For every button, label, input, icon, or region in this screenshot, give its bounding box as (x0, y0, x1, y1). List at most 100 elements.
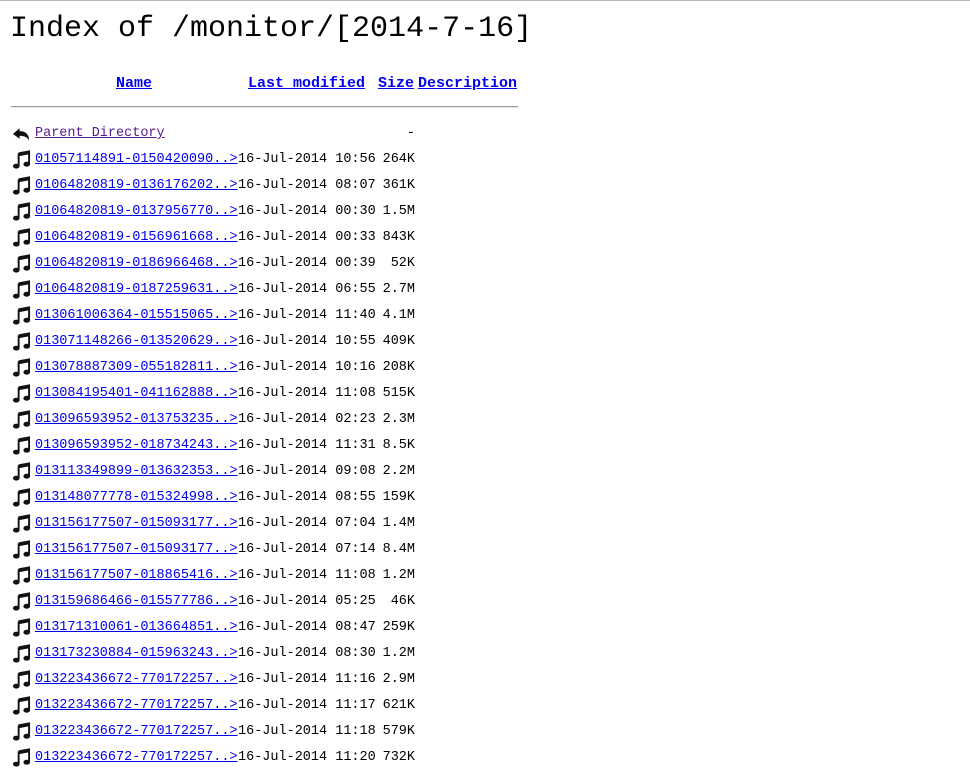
file-size: 4.1M (382, 308, 415, 323)
file-size: 409K (382, 334, 415, 349)
file-size: 159K (382, 490, 415, 505)
file-link[interactable]: 01064820819-0136176202..> (35, 173, 238, 199)
file-date: 16-Jul-2014 07:04 (238, 516, 376, 531)
file-row: 013171310061-013664851..> 16-Jul-2014 08:… (11, 615, 431, 641)
file-link[interactable]: 013156177507-015093177..> (35, 511, 238, 537)
sort-by-name-link[interactable]: Name (116, 75, 152, 92)
music-note-icon (12, 150, 31, 169)
file-row: 013148077778-015324998..> 16-Jul-2014 08:… (11, 485, 431, 511)
file-row: 013071148266-013520629..> 16-Jul-2014 10:… (11, 329, 431, 355)
file-row: 013078887309-055182811..> 16-Jul-2014 10:… (11, 355, 431, 381)
file-row: 013156177507-015093177..> 16-Jul-2014 07:… (11, 511, 431, 537)
file-link[interactable]: 013113349899-013632353..> (35, 459, 238, 485)
file-size: 1.4M (382, 516, 415, 531)
music-note-icon (12, 176, 31, 195)
file-size: - (406, 126, 415, 141)
file-row: 013084195401-041162888..> 16-Jul-2014 11:… (11, 381, 431, 407)
directory-listing: Name Last modified Size Description Pare… (11, 73, 519, 767)
file-link[interactable]: 013223436672-770172257..> (35, 667, 238, 693)
header-divider (11, 106, 518, 108)
file-row: 013223436672-770172257..> 16-Jul-2014 11:… (11, 719, 431, 745)
file-size: 515K (382, 386, 415, 401)
file-date: 16-Jul-2014 11:16 (238, 672, 376, 687)
music-note-icon (12, 618, 31, 637)
file-size: 361K (382, 178, 415, 193)
music-note-icon (12, 358, 31, 377)
file-link[interactable]: 01064820819-0187259631..> (35, 277, 238, 303)
file-size: 8.5K (382, 438, 415, 453)
file-row: 013159686466-015577786..> 16-Jul-2014 05:… (11, 589, 431, 615)
file-row: 013061006364-015515065..> 16-Jul-2014 11:… (11, 303, 431, 329)
file-row: 01064820819-0186966468..> 16-Jul-2014 00:… (11, 251, 431, 277)
file-link[interactable]: 01064820819-0186966468..> (35, 251, 238, 277)
file-date: 16-Jul-2014 10:55 (238, 334, 376, 349)
music-note-icon (12, 332, 31, 351)
music-note-icon (12, 254, 31, 273)
music-note-icon (12, 462, 31, 481)
file-date: 16-Jul-2014 07:14 (238, 542, 376, 557)
music-note-icon (12, 592, 31, 611)
file-row: 01064820819-0187259631..> 16-Jul-2014 06:… (11, 277, 431, 303)
parent-directory-link[interactable]: Parent Directory (35, 121, 165, 147)
file-size: 8.4M (382, 542, 415, 557)
file-row: 013113349899-013632353..> 16-Jul-2014 09:… (11, 459, 431, 485)
file-size: 46K (390, 594, 415, 609)
sort-by-size-link[interactable]: Size (378, 75, 414, 92)
file-size: 843K (382, 230, 415, 245)
file-link[interactable]: 013084195401-041162888..> (35, 381, 238, 407)
file-link[interactable]: 013096593952-013753235..> (35, 407, 238, 433)
file-link[interactable]: 013156177507-018865416..> (35, 563, 238, 589)
sort-by-last-modified-link[interactable]: Last modified (248, 75, 365, 92)
file-row: 013156177507-018865416..> 16-Jul-2014 11:… (11, 563, 431, 589)
file-size: 1.2M (382, 568, 415, 583)
file-row: 013223436672-770172257..> 16-Jul-2014 11:… (11, 667, 431, 693)
file-link[interactable]: 013156177507-015093177..> (35, 537, 238, 563)
file-link[interactable]: 013223436672-770172257..> (35, 693, 238, 719)
file-date: 16-Jul-2014 05:25 (238, 594, 376, 609)
file-link[interactable]: 01057114891-0150420090..> (35, 147, 238, 173)
file-list: Parent Directory - 01057114891-015042009… (11, 121, 431, 771)
file-link[interactable]: 013159686466-015577786..> (35, 589, 238, 615)
file-link[interactable]: 013148077778-015324998..> (35, 485, 238, 511)
file-link[interactable]: 01064820819-0137956770..> (35, 199, 238, 225)
file-row: 013173230884-015963243..> 16-Jul-2014 08:… (11, 641, 431, 667)
music-note-icon (12, 384, 31, 403)
music-note-icon (12, 202, 31, 221)
file-date: 16-Jul-2014 08:47 (238, 620, 376, 635)
file-date: 16-Jul-2014 00:30 (238, 204, 376, 219)
file-date: 16-Jul-2014 08:07 (238, 178, 376, 193)
file-size: 2.2M (382, 464, 415, 479)
file-size: 579K (382, 724, 415, 739)
file-date: 16-Jul-2014 11:08 (238, 568, 376, 583)
music-note-icon (12, 514, 31, 533)
file-row: 013223436672-770172257..> 16-Jul-2014 11:… (11, 693, 431, 719)
file-link[interactable]: 01064820819-0156961668..> (35, 225, 238, 251)
music-note-icon (12, 696, 31, 715)
music-note-icon (12, 280, 31, 299)
file-link[interactable]: 013061006364-015515065..> (35, 303, 238, 329)
file-link[interactable]: 013071148266-013520629..> (35, 329, 238, 355)
file-date: 16-Jul-2014 00:33 (238, 230, 376, 245)
music-note-icon (12, 436, 31, 455)
music-note-icon (12, 488, 31, 507)
file-date: 16-Jul-2014 00:39 (238, 256, 376, 271)
file-date: 16-Jul-2014 09:08 (238, 464, 376, 479)
file-date: 16-Jul-2014 11:31 (238, 438, 376, 453)
file-size: 264K (382, 152, 415, 167)
file-date: 16-Jul-2014 08:55 (238, 490, 376, 505)
file-link[interactable]: 013223436672-770172257..> (35, 719, 238, 745)
file-row: 01064820819-0137956770..> 16-Jul-2014 00:… (11, 199, 431, 225)
file-size: 621K (382, 698, 415, 713)
sort-by-description-link[interactable]: Description (418, 75, 517, 92)
file-link[interactable]: 013078887309-055182811..> (35, 355, 238, 381)
file-link[interactable]: 013173230884-015963243..> (35, 641, 238, 667)
music-note-icon (12, 566, 31, 585)
music-note-icon (12, 410, 31, 429)
file-date: 16-Jul-2014 10:56 (238, 152, 376, 167)
file-link[interactable]: 013223436672-770172257..> (35, 745, 238, 771)
file-link[interactable]: 013171310061-013664851..> (35, 615, 238, 641)
page-title: Index of /monitor/[2014-7-16] (10, 12, 533, 46)
file-link[interactable]: 013096593952-018734243..> (35, 433, 238, 459)
file-row: 01064820819-0136176202..> 16-Jul-2014 08:… (11, 173, 431, 199)
file-date: 16-Jul-2014 11:18 (238, 724, 376, 739)
